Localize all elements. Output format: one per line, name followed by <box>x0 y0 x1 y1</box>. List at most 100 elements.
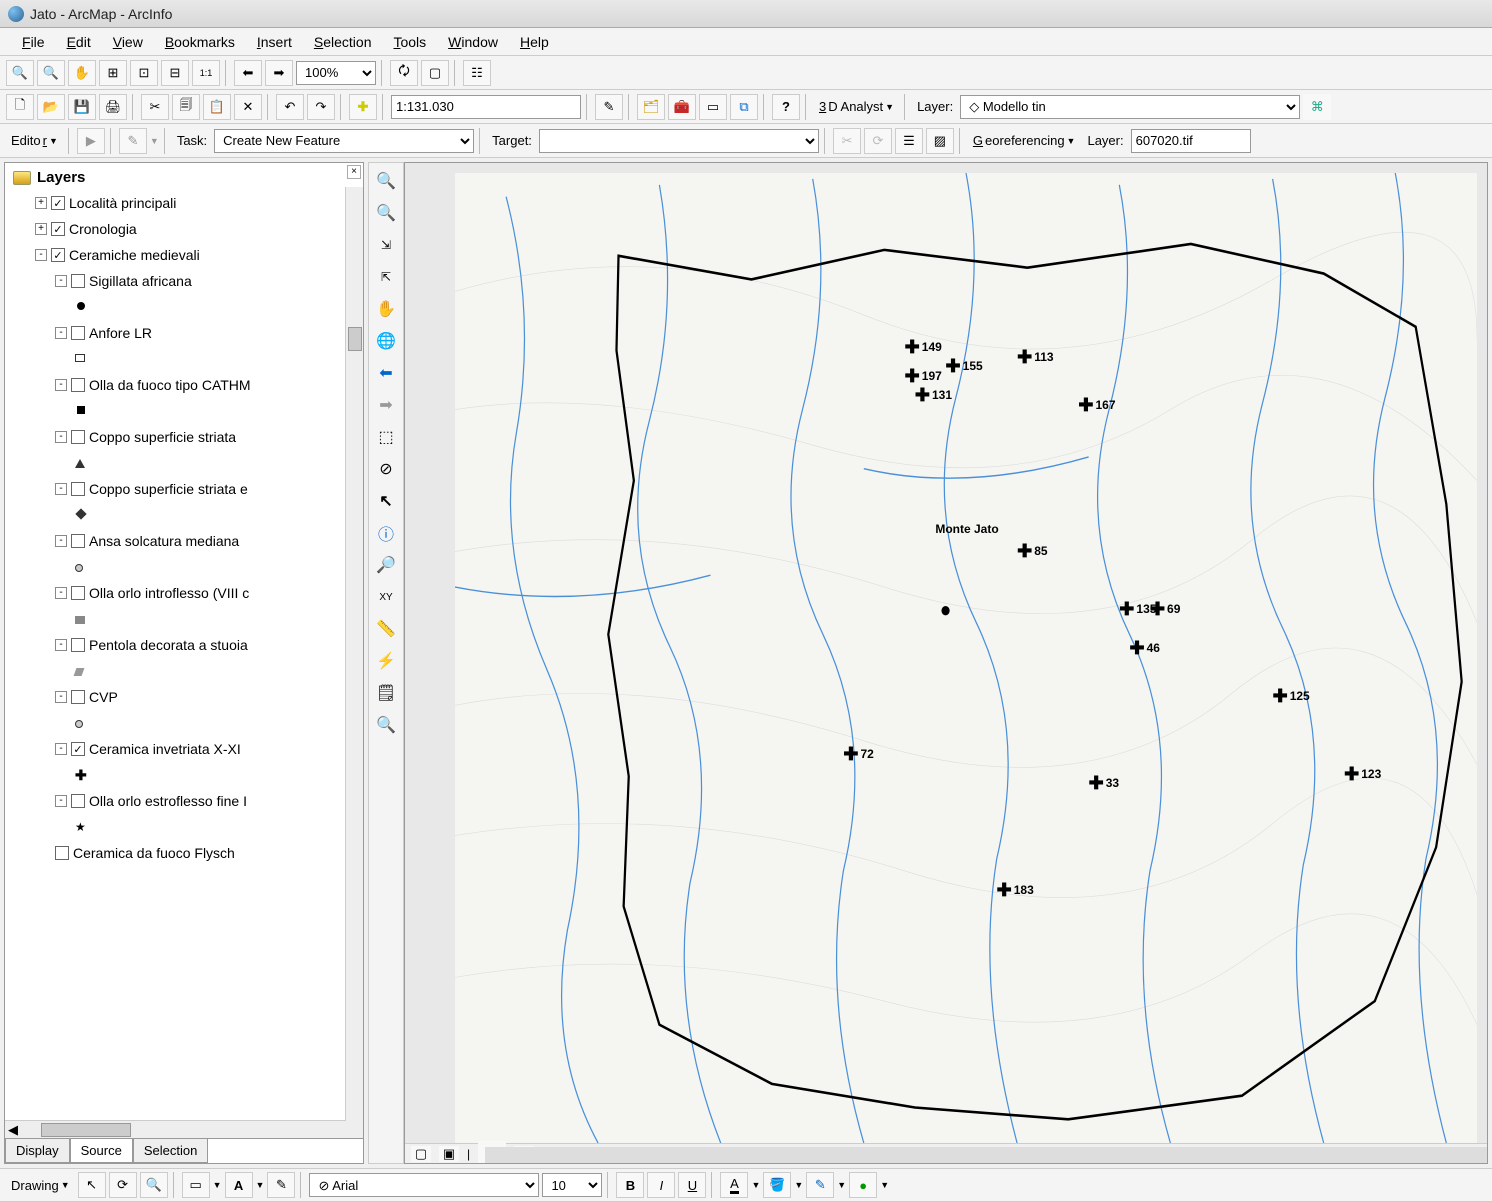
rotate-tool-icon[interactable]: ⟳ <box>864 128 892 154</box>
map-point[interactable]: ✚155 <box>946 357 983 375</box>
layer-item[interactable] <box>9 346 359 372</box>
toolbox-icon[interactable]: 🧰 <box>668 94 696 120</box>
map-point[interactable]: ✚183 <box>997 881 1034 899</box>
select-features-icon[interactable]: ⬚ <box>372 423 400 451</box>
3d-analyst-dropdown[interactable]: 33D AnalystD Analyst ▼ <box>814 94 899 120</box>
layer-checkbox[interactable]: ✓ <box>71 742 85 756</box>
bold-icon[interactable]: B <box>616 1172 644 1198</box>
layer-combo[interactable]: ◇ Modello tin <box>960 95 1300 119</box>
layer-checkbox[interactable] <box>71 638 85 652</box>
zoom-in-tool-icon[interactable]: 🔍 <box>372 167 400 195</box>
layer-item[interactable] <box>9 450 359 476</box>
layer-checkbox[interactable]: ✓ <box>51 248 65 262</box>
layer-checkbox[interactable] <box>71 690 85 704</box>
text-icon[interactable]: A <box>225 1172 253 1198</box>
map-point[interactable]: ✚72 <box>843 745 873 763</box>
refresh-icon[interactable]: 🗘 <box>390 60 418 86</box>
map-point[interactable]: ✚46 <box>1130 639 1160 657</box>
clear-selection-icon[interactable]: ⊘ <box>372 455 400 483</box>
fill-color-icon[interactable]: 🪣 <box>763 1172 791 1198</box>
select-elements-icon[interactable]: ↖ <box>372 487 400 515</box>
map-point[interactable]: ✚149 <box>905 338 942 356</box>
font-name-combo[interactable]: ⊘ Arial <box>309 1173 539 1197</box>
menu-window[interactable]: Window <box>438 30 508 54</box>
layer-checkbox[interactable] <box>71 586 85 600</box>
tab-selection[interactable]: Selection <box>133 1139 208 1163</box>
map-point[interactable]: ✚113 <box>1017 348 1053 366</box>
target-combo[interactable] <box>539 129 819 153</box>
goto-xy-icon[interactable]: XY <box>372 583 400 611</box>
map-point[interactable]: ✚197 <box>905 367 942 385</box>
model-builder-icon[interactable]: ⧉ <box>730 94 758 120</box>
delete-icon[interactable]: ✕ <box>234 94 262 120</box>
layer-item[interactable]: -✓Ceramiche medievali <box>9 242 359 268</box>
split-tool-icon[interactable]: ✂ <box>833 128 861 154</box>
layer-checkbox[interactable] <box>71 534 85 548</box>
add-data-icon[interactable]: ✚ <box>349 94 377 120</box>
layer-item[interactable]: +✓Località principali <box>9 190 359 216</box>
measure-icon[interactable]: 📏 <box>372 615 400 643</box>
expand-icon[interactable]: - <box>55 483 67 495</box>
zoom-out-tool-icon[interactable]: 🔍 <box>372 199 400 227</box>
hyperlink-icon[interactable]: ⚡ <box>372 647 400 675</box>
scale-input[interactable] <box>391 95 581 119</box>
toc-horizontal-scrollbar[interactable]: ◀ <box>5 1120 363 1138</box>
marker-color-icon[interactable]: ● <box>849 1172 877 1198</box>
new-doc-icon[interactable]: 🗋 <box>6 94 34 120</box>
layer-item[interactable]: -Ansa solcatura mediana <box>9 528 359 554</box>
table-icon[interactable]: ☷ <box>463 60 491 86</box>
fixed-zoom-in-icon[interactable]: ⊡ <box>130 60 158 86</box>
expand-icon[interactable]: - <box>55 275 67 287</box>
layer-checkbox[interactable] <box>71 326 85 340</box>
save-icon[interactable]: 💾 <box>68 94 96 120</box>
catalog-icon[interactable]: 🗂 <box>637 94 665 120</box>
find-icon[interactable]: 🔎 <box>372 551 400 579</box>
layer-checkbox[interactable] <box>71 794 85 808</box>
pan-icon[interactable]: ✋ <box>68 60 96 86</box>
expand-icon[interactable]: - <box>35 249 47 261</box>
zoom-out-fixed-icon[interactable]: ⇱ <box>372 263 400 291</box>
sketch-tool-icon[interactable]: ✎ <box>119 128 147 154</box>
rotate-icon[interactable]: ⟳ <box>109 1172 137 1198</box>
print-icon[interactable]: 🖨 <box>99 94 127 120</box>
map-point[interactable]: ✚123 <box>1344 765 1381 783</box>
menu-help[interactable]: Help <box>510 30 559 54</box>
zoom-in-fixed-icon[interactable]: ⇲ <box>372 231 400 259</box>
layer-item[interactable]: -✓Ceramica invetriata X-XI <box>9 736 359 762</box>
layer-item[interactable] <box>9 710 359 736</box>
expand-icon[interactable]: - <box>55 535 67 547</box>
tab-source[interactable]: Source <box>70 1139 133 1163</box>
map-point[interactable]: ✚125 <box>1273 687 1310 705</box>
editor-dropdown[interactable]: Editor ▼ <box>6 128 63 154</box>
layer-checkbox[interactable]: ✓ <box>51 222 65 236</box>
expand-icon[interactable]: + <box>35 197 47 209</box>
map-point[interactable]: ✚69 <box>1150 600 1180 618</box>
menu-file[interactable]: File <box>12 30 55 54</box>
layer-item[interactable]: -Coppo superficie striata e <box>9 476 359 502</box>
copy-icon[interactable]: 🗐 <box>172 94 200 120</box>
forward-extent-icon[interactable]: ➡ <box>265 60 293 86</box>
zoom-draw-icon[interactable]: 🔍 <box>140 1172 168 1198</box>
layer-item[interactable]: -Anfore LR <box>9 320 359 346</box>
menu-tools[interactable]: Tools <box>383 30 436 54</box>
expand-icon[interactable]: - <box>55 327 67 339</box>
fingerprint-icon[interactable]: ⌘ <box>1303 94 1331 120</box>
back-extent-icon[interactable]: ⬅ <box>234 60 262 86</box>
map-point[interactable]: ✚167 <box>1078 396 1115 414</box>
layer-item[interactable] <box>9 398 359 424</box>
select-elements-draw-icon[interactable]: ↖ <box>78 1172 106 1198</box>
expand-icon[interactable]: + <box>35 223 47 235</box>
zoom-layer-icon[interactable]: 🔍 <box>372 711 400 739</box>
map-point[interactable]: ✚85 <box>1017 542 1047 560</box>
drawing-dropdown[interactable]: Drawing ▼ <box>6 1172 75 1198</box>
cut-icon[interactable]: ✂ <box>141 94 169 120</box>
toc-vertical-scrollbar[interactable] <box>345 187 363 1121</box>
task-combo[interactable]: Create New Feature <box>214 129 474 153</box>
data-view-icon[interactable]: ▢ <box>411 1146 431 1162</box>
layer-item[interactable] <box>9 606 359 632</box>
menu-insert[interactable]: Insert <box>247 30 302 54</box>
identify-icon[interactable]: ⓘ <box>372 519 400 547</box>
layer-item[interactable]: -Coppo superficie striata <box>9 424 359 450</box>
edit-vertices-icon[interactable]: ✎ <box>267 1172 295 1198</box>
layer-item[interactable] <box>9 294 359 320</box>
